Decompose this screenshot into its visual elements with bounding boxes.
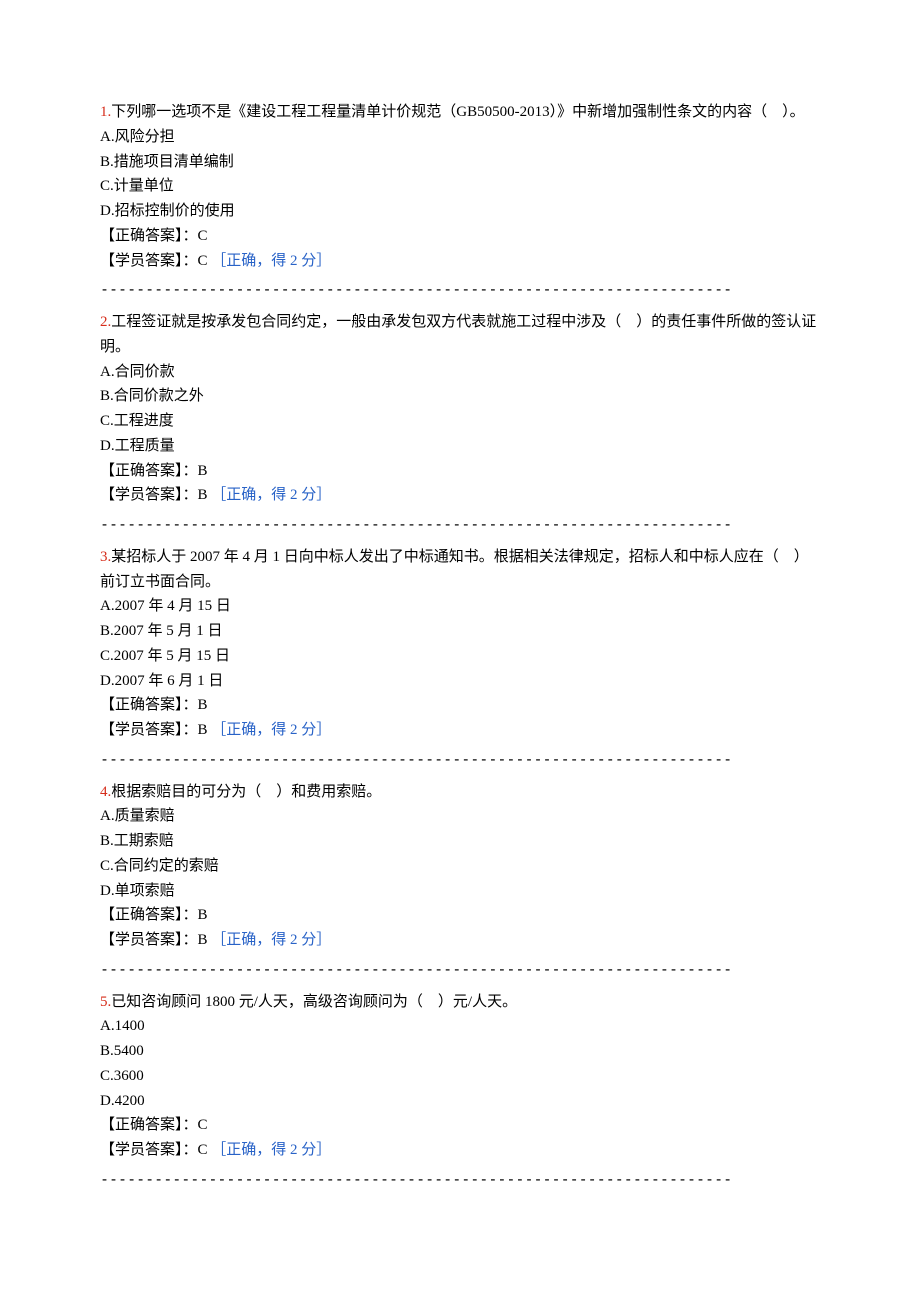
student-answer-label: 【学员答案】： bbox=[100, 932, 198, 948]
option: B.工期索赔 bbox=[100, 829, 820, 854]
student-answer-line: 【学员答案】：B ［正确，得 2 分］ bbox=[100, 483, 820, 508]
correct-answer-line: 【正确答案】：C bbox=[100, 1113, 820, 1138]
correct-answer-label: 【正确答案】： bbox=[100, 1117, 198, 1133]
student-answer-label: 【学员答案】： bbox=[100, 1142, 198, 1158]
correct-answer-value: B bbox=[198, 463, 208, 479]
question-number: 4. bbox=[100, 784, 111, 800]
question-list: 1.下列哪一选项不是《建设工程工程量清单计价规范（GB50500-2013）》中… bbox=[100, 100, 820, 1192]
option: D.2007 年 6 月 1 日 bbox=[100, 669, 820, 694]
question-text: 1.下列哪一选项不是《建设工程工程量清单计价规范（GB50500-2013）》中… bbox=[100, 100, 820, 125]
correct-answer-label: 【正确答案】： bbox=[100, 907, 198, 923]
divider: ----------------------------------------… bbox=[100, 957, 820, 982]
score-note: ［正确，得 2 分］ bbox=[211, 253, 331, 269]
correct-answer-label: 【正确答案】： bbox=[100, 228, 198, 244]
question-block: 1.下列哪一选项不是《建设工程工程量清单计价规范（GB50500-2013）》中… bbox=[100, 100, 820, 273]
option: A.1400 bbox=[100, 1014, 820, 1039]
question-block: 5.已知咨询顾问 1800 元/人天，高级咨询顾问为（ ）元/人天。A.1400… bbox=[100, 990, 820, 1163]
correct-answer-line: 【正确答案】：C bbox=[100, 224, 820, 249]
student-answer-label: 【学员答案】： bbox=[100, 487, 198, 503]
question-number: 1. bbox=[100, 104, 111, 120]
correct-answer-line: 【正确答案】：B bbox=[100, 693, 820, 718]
question-block: 2.工程签证就是按承发包合同约定，一般由承发包双方代表就施工过程中涉及（ ）的责… bbox=[100, 310, 820, 508]
student-answer-value: B bbox=[198, 932, 208, 948]
correct-answer-label: 【正确答案】： bbox=[100, 697, 198, 713]
divider: ----------------------------------------… bbox=[100, 1167, 820, 1192]
correct-answer-line: 【正确答案】：B bbox=[100, 459, 820, 484]
option: D.招标控制价的使用 bbox=[100, 199, 820, 224]
option: A.2007 年 4 月 15 日 bbox=[100, 594, 820, 619]
question-text: 3.某招标人于 2007 年 4 月 1 日向中标人发出了中标通知书。根据相关法… bbox=[100, 545, 820, 595]
option: A.质量索赔 bbox=[100, 804, 820, 829]
option: C.合同约定的索赔 bbox=[100, 854, 820, 879]
question-body: 某招标人于 2007 年 4 月 1 日向中标人发出了中标通知书。根据相关法律规… bbox=[100, 549, 809, 590]
option: D.单项索赔 bbox=[100, 879, 820, 904]
student-answer-label: 【学员答案】： bbox=[100, 722, 198, 738]
correct-answer-value: C bbox=[198, 1117, 208, 1133]
divider: ----------------------------------------… bbox=[100, 512, 820, 537]
option: C.2007 年 5 月 15 日 bbox=[100, 644, 820, 669]
student-answer-value: B bbox=[198, 487, 208, 503]
question-block: 4.根据索赔目的可分为（ ）和费用索赔。A.质量索赔B.工期索赔C.合同约定的索… bbox=[100, 780, 820, 953]
option: B.2007 年 5 月 1 日 bbox=[100, 619, 820, 644]
question-number: 3. bbox=[100, 549, 111, 565]
score-note: ［正确，得 2 分］ bbox=[211, 487, 331, 503]
option: A.风险分担 bbox=[100, 125, 820, 150]
question-number: 5. bbox=[100, 994, 111, 1010]
question-body: 下列哪一选项不是《建设工程工程量清单计价规范（GB50500-2013）》中新增… bbox=[111, 104, 804, 120]
correct-answer-line: 【正确答案】：B bbox=[100, 903, 820, 928]
question-text: 2.工程签证就是按承发包合同约定，一般由承发包双方代表就施工过程中涉及（ ）的责… bbox=[100, 310, 820, 360]
option: D.4200 bbox=[100, 1089, 820, 1114]
student-answer-line: 【学员答案】：B ［正确，得 2 分］ bbox=[100, 928, 820, 953]
question-body: 已知咨询顾问 1800 元/人天，高级咨询顾问为（ ）元/人天。 bbox=[111, 994, 517, 1010]
student-answer-line: 【学员答案】：C ［正确，得 2 分］ bbox=[100, 249, 820, 274]
option: B.5400 bbox=[100, 1039, 820, 1064]
option: D.工程质量 bbox=[100, 434, 820, 459]
correct-answer-label: 【正确答案】： bbox=[100, 463, 198, 479]
option: C.3600 bbox=[100, 1064, 820, 1089]
student-answer-line: 【学员答案】：C ［正确，得 2 分］ bbox=[100, 1138, 820, 1163]
student-answer-value: B bbox=[198, 722, 208, 738]
correct-answer-value: B bbox=[198, 907, 208, 923]
divider: ----------------------------------------… bbox=[100, 277, 820, 302]
question-number: 2. bbox=[100, 314, 111, 330]
question-block: 3.某招标人于 2007 年 4 月 1 日向中标人发出了中标通知书。根据相关法… bbox=[100, 545, 820, 743]
option: C.计量单位 bbox=[100, 174, 820, 199]
score-note: ［正确，得 2 分］ bbox=[211, 722, 331, 738]
question-body: 根据索赔目的可分为（ ）和费用索赔。 bbox=[111, 784, 381, 800]
question-body: 工程签证就是按承发包合同约定，一般由承发包双方代表就施工过程中涉及（ ）的责任事… bbox=[100, 314, 816, 355]
option: A.合同价款 bbox=[100, 360, 820, 385]
student-answer-value: C bbox=[198, 1142, 208, 1158]
score-note: ［正确，得 2 分］ bbox=[211, 932, 331, 948]
student-answer-value: C bbox=[198, 253, 208, 269]
question-text: 4.根据索赔目的可分为（ ）和费用索赔。 bbox=[100, 780, 820, 805]
correct-answer-value: B bbox=[198, 697, 208, 713]
option: C.工程进度 bbox=[100, 409, 820, 434]
option: B.合同价款之外 bbox=[100, 384, 820, 409]
divider: ----------------------------------------… bbox=[100, 747, 820, 772]
student-answer-line: 【学员答案】：B ［正确，得 2 分］ bbox=[100, 718, 820, 743]
option: B.措施项目清单编制 bbox=[100, 150, 820, 175]
score-note: ［正确，得 2 分］ bbox=[211, 1142, 331, 1158]
student-answer-label: 【学员答案】： bbox=[100, 253, 198, 269]
question-text: 5.已知咨询顾问 1800 元/人天，高级咨询顾问为（ ）元/人天。 bbox=[100, 990, 820, 1015]
correct-answer-value: C bbox=[198, 228, 208, 244]
